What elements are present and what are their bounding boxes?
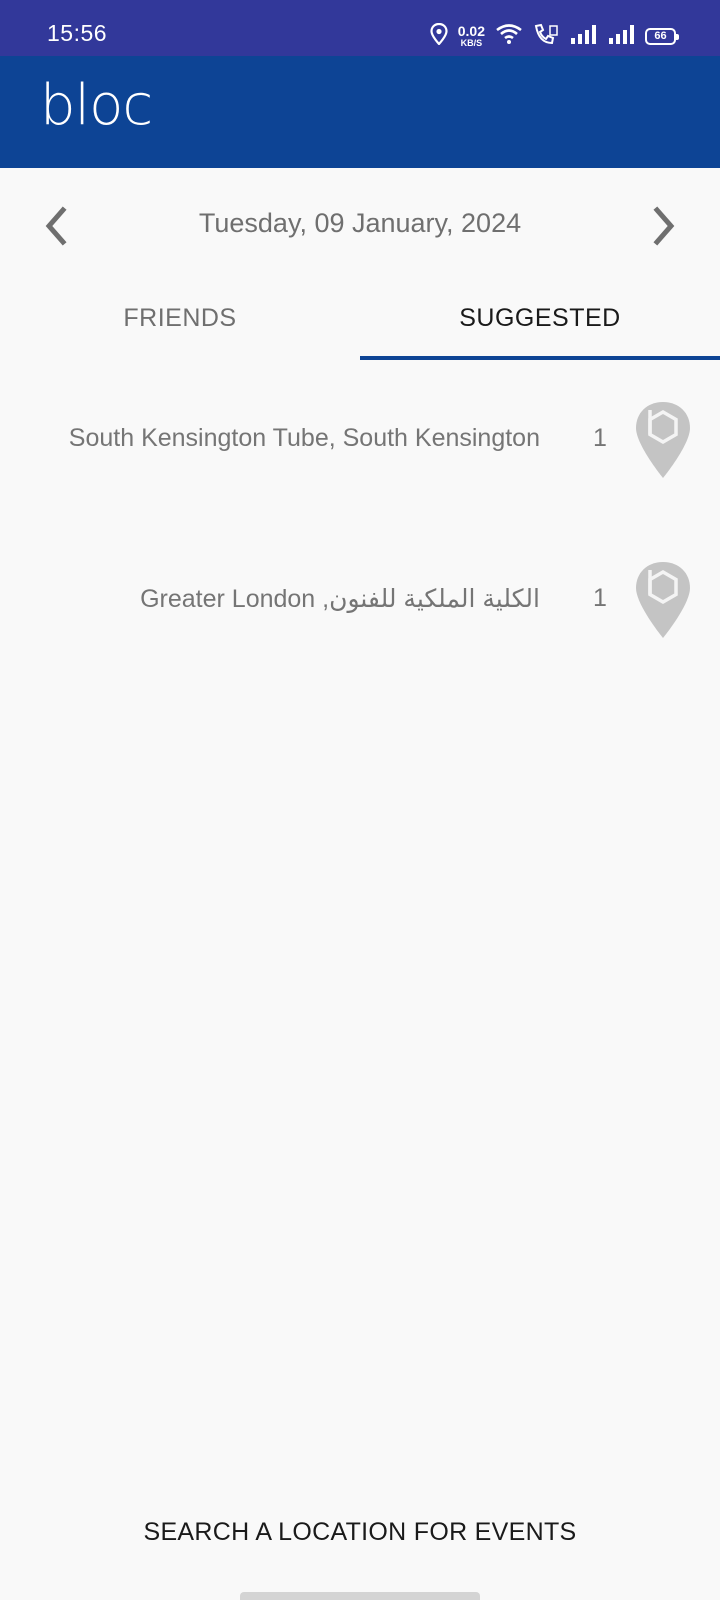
call-icon <box>533 23 559 50</box>
status-icons: 0.02 KB/S 66 <box>430 20 679 52</box>
location-name: Greater London ,الكلية الملكية للفنون <box>140 585 540 613</box>
chevron-right-icon <box>653 206 675 246</box>
wifi-icon <box>495 23 523 50</box>
search-location-button[interactable]: SEARCH A LOCATION FOR EVENTS <box>0 1518 720 1547</box>
tab-indicator <box>360 356 720 360</box>
location-count: 1 <box>593 584 607 612</box>
location-list-item[interactable]: Greater London ,الكلية الملكية للفنون 1 <box>0 556 720 646</box>
signal-icon <box>607 23 635 50</box>
tab-suggested[interactable]: SUGGESTED <box>360 276 720 360</box>
network-speed: 0.02 KB/S <box>458 24 485 48</box>
location-list-item[interactable]: South Kensington Tube, South Kensington … <box>0 396 720 486</box>
home-indicator[interactable] <box>240 1592 480 1600</box>
next-day-button[interactable] <box>642 204 686 248</box>
signal-icon <box>569 23 597 50</box>
app-bar: bloc <box>0 56 720 168</box>
location-icon <box>430 22 448 50</box>
battery-icon: 66 <box>645 27 679 45</box>
map-pin-icon <box>634 400 692 480</box>
current-date: Tuesday, 09 January, 2024 <box>198 208 522 238</box>
location-count: 1 <box>593 424 607 452</box>
app-logo: bloc <box>40 73 153 138</box>
location-name: South Kensington Tube, South Kensington <box>68 424 540 452</box>
date-navigation: Tuesday, 09 January, 2024 <box>0 190 720 260</box>
net-speed-value: 0.02 <box>457 23 485 39</box>
status-bar: 15:56 0.02 KB/S 66 <box>0 0 720 56</box>
status-time: 15:56 <box>47 20 108 46</box>
tab-friends[interactable]: FRIENDS <box>0 276 360 360</box>
net-speed-unit: KB/S <box>460 38 483 48</box>
map-pin-icon <box>634 560 692 640</box>
tab-bar: FRIENDS SUGGESTED <box>0 276 720 360</box>
